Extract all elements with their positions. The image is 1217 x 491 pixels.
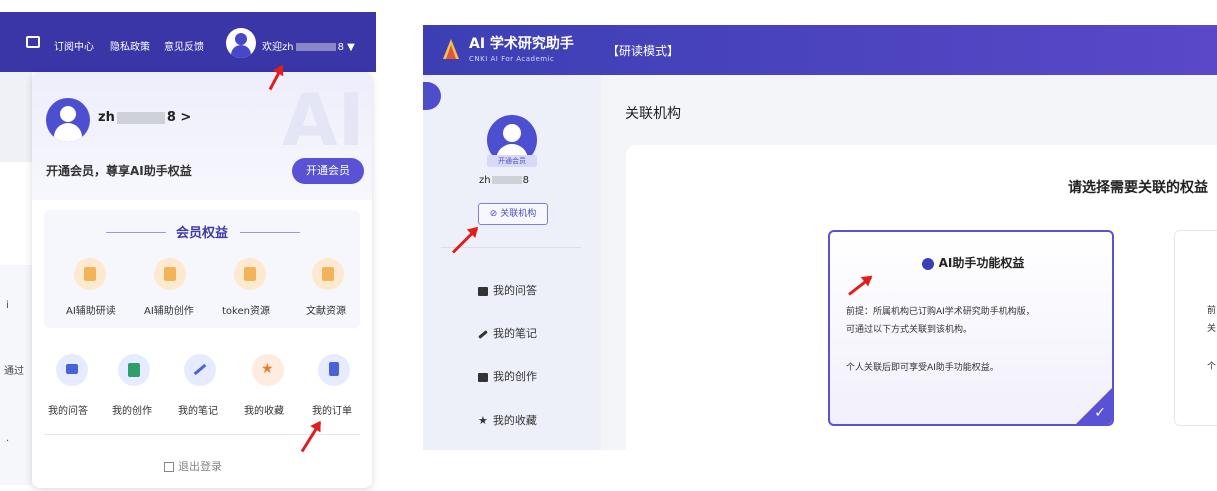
chat-icon[interactable] [56, 354, 88, 386]
background-page [0, 72, 32, 162]
avatar[interactable] [226, 28, 256, 58]
app-logo-icon [443, 39, 459, 59]
welcome-user-menu[interactable]: 欢迎zh 8 ▼ [262, 38, 355, 53]
select-prompt: 请选择需要关联的权益 [1068, 180, 1208, 196]
page-title: 关联机构 [625, 106, 681, 122]
my-orders-link[interactable]: 我的订单 [312, 402, 352, 417]
link-institution-button[interactable]: ⊘ 关联机构 [478, 203, 548, 225]
option-text: 关 [1207, 324, 1217, 334]
my-creation-link[interactable]: 我的创作 [112, 402, 152, 417]
left-screenshot: 订阅中心 隐私政策 意见反馈 欢迎zh 8 ▼ i 通过 · AI zh 8 > 开… [0, 0, 380, 491]
user-avatar [46, 98, 90, 142]
sidebar-item-my-creation[interactable]: 我的创作 [478, 368, 537, 384]
subscription-icon [26, 36, 40, 48]
write-icon [478, 372, 488, 382]
background-text: i [6, 300, 9, 311]
option-text: 个人关联后即可享受AI助手功能权益。 [846, 363, 999, 373]
username: zh 8 [479, 175, 529, 186]
chat-icon [478, 286, 488, 296]
star-icon[interactable]: ★ [252, 354, 284, 386]
nav-feedback[interactable]: 意见反馈 [164, 38, 204, 53]
option-text: 个 [1207, 362, 1217, 372]
benefit-label: AI辅助创作 [144, 306, 194, 317]
benefit-label: 文献资源 [306, 306, 346, 317]
star-icon: ★ [478, 414, 488, 427]
my-qa-link[interactable]: 我的问答 [48, 402, 88, 417]
top-navbar: 订阅中心 隐私政策 意见反馈 欢迎zh 8 ▼ [0, 12, 376, 72]
edit-doc-icon [154, 258, 186, 290]
sidebar-item-my-qa[interactable]: 我的问答 [478, 282, 537, 298]
clipboard-icon[interactable] [318, 354, 350, 386]
nav-subscription[interactable]: 订阅中心 [54, 38, 94, 53]
pen-icon [478, 329, 488, 339]
pen-icon[interactable] [184, 354, 216, 386]
divider [441, 247, 581, 248]
option-title: AI助手功能权益 [830, 254, 1112, 271]
member-badge[interactable]: 开通会员 [487, 155, 537, 167]
ai-benefit-option[interactable]: AI助手功能权益 前提：所属机构已订购AI学术研究助手机构版， 可通过以下方式关… [828, 230, 1114, 426]
logout-icon [164, 462, 174, 472]
open-membership-button[interactable]: 开通会员 [292, 158, 364, 184]
ai-watermark: AI [282, 78, 365, 162]
right-screenshot: AI 学术研究助手 CNKI AI For Academic 【研读模式】 开通… [423, 25, 1217, 450]
book-icon [74, 258, 106, 290]
app-title: AI 学术研究助手 [469, 36, 574, 52]
nav-privacy[interactable]: 隐私政策 [110, 38, 150, 53]
link-icon: ⊘ [489, 209, 501, 219]
username-link[interactable]: zh 8 > [98, 110, 191, 125]
my-favorites-link[interactable]: 我的收藏 [244, 402, 284, 417]
benefit-label: token资源 [222, 306, 270, 317]
membership-promo: 开通会员，尊享AI助手权益 [46, 164, 192, 178]
option-text: 前提：所属机构已订购AI学术研究助手机构版， [846, 307, 1035, 317]
mode-label[interactable]: 【研读模式】 [607, 42, 679, 59]
logout-button[interactable]: 退出登录 [164, 458, 222, 474]
checkmark-icon: ✓ [1094, 405, 1106, 421]
dropdown-header: AI zh 8 > 开通会员，尊享AI助手权益 开通会员 [32, 72, 372, 200]
option-text: 前 [1207, 306, 1217, 316]
ai-logo-icon [921, 257, 934, 270]
sidebar-item-my-favorites[interactable]: ★ 我的收藏 [478, 412, 537, 428]
token-icon [234, 258, 266, 290]
member-benefits-panel: 会员权益 AI辅助研读 AI辅助创作 token资源 文献资源 [44, 210, 360, 328]
write-icon[interactable] [118, 354, 150, 386]
app-header: AI 学术研究助手 CNKI AI For Academic 【研读模式】 [423, 25, 1217, 75]
background-text: · [6, 436, 10, 447]
option-text: 可通过以下方式关联到该机构。 [846, 325, 973, 335]
library-icon [312, 258, 344, 290]
sidebar-item-my-notes[interactable]: 我的笔记 [478, 325, 537, 341]
benefits-title: 会员权益 [175, 226, 228, 241]
my-notes-link[interactable]: 我的笔记 [178, 402, 218, 417]
background-text: 通过 [4, 366, 24, 377]
app-subtitle: CNKI AI For Academic [469, 55, 555, 63]
second-option[interactable]: 前 关 个 [1174, 230, 1217, 426]
benefit-label: AI辅助研读 [66, 306, 116, 317]
